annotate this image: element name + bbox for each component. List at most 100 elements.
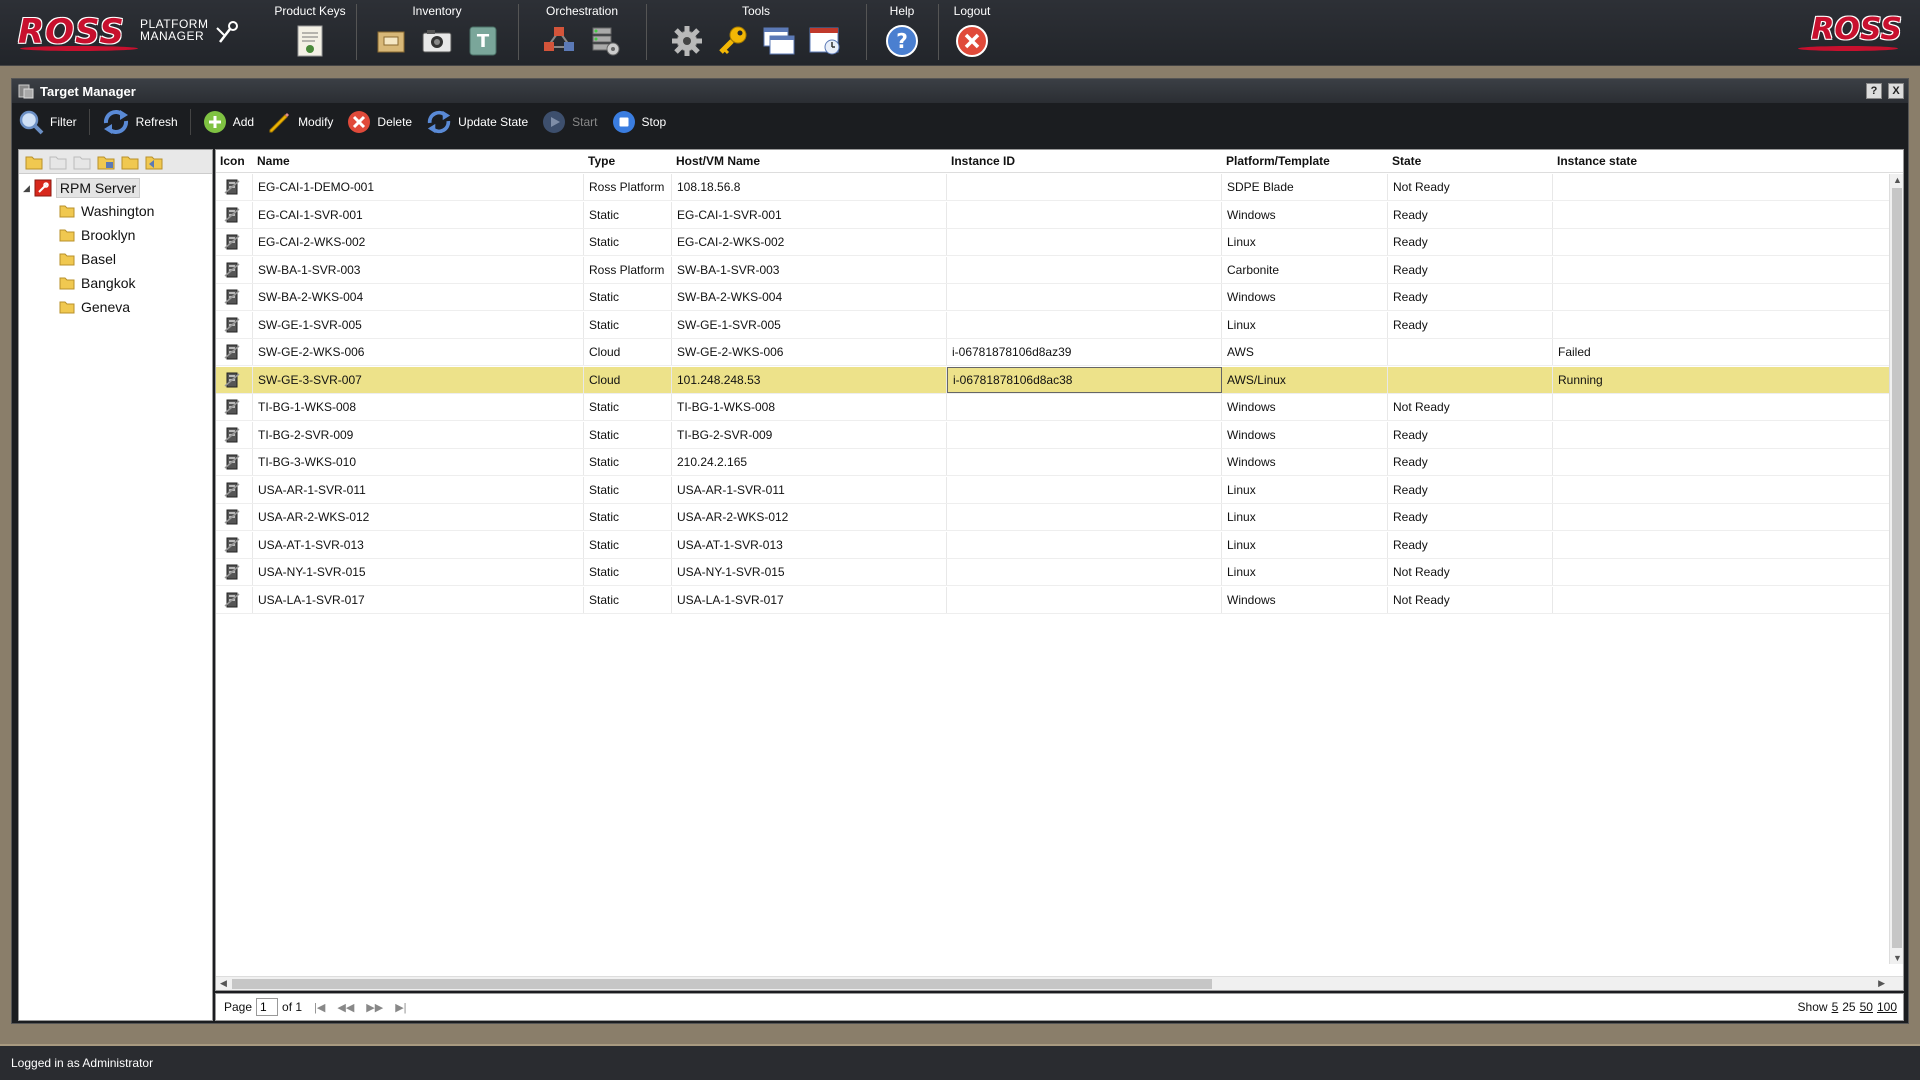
toolbar-separator [88, 109, 90, 135]
nav-group-orchestration: Orchestration [524, 0, 640, 64]
last-page-button[interactable]: ▶| [395, 1001, 406, 1014]
collapse-arrow-icon[interactable]: ◢ [23, 183, 30, 194]
target-toolbar: Filter Refresh Add Modify Delete Update … [12, 105, 1908, 139]
cell-host: TI-BG-2-SVR-009 [672, 421, 947, 448]
tree-node-geneva[interactable]: Geneva [59, 299, 130, 315]
help-icon[interactable]: ? [884, 23, 920, 59]
cell-instance-id [947, 311, 1222, 338]
windows-icon[interactable] [761, 23, 797, 59]
table-row[interactable]: TI-BG-1-WKS-008 Static TI-BG-1-WKS-008 Wind… [216, 394, 1891, 421]
folder-icon [59, 253, 75, 266]
server-config-icon[interactable] [587, 23, 623, 59]
next-page-button[interactable]: ▶▶ [366, 1001, 383, 1014]
table-row[interactable]: USA-NY-1-SVR-015 Static USA-NY-1-SVR-015 Li… [216, 559, 1891, 586]
edit-folder-icon[interactable] [49, 154, 67, 170]
window-close-button[interactable]: X [1888, 83, 1904, 99]
page-count: of 1 [282, 1000, 303, 1014]
package-icon[interactable] [373, 23, 409, 59]
page-size-5[interactable]: 5 [1832, 1000, 1839, 1014]
tree-toolbar [19, 150, 212, 174]
table-row[interactable]: USA-AR-2-WKS-012 Static USA-AR-2-WKS-012 Li… [216, 504, 1891, 531]
gear-icon[interactable] [669, 23, 705, 59]
page-number-input[interactable] [256, 998, 279, 1016]
scroll-left-icon[interactable]: ◀ [220, 978, 227, 989]
stop-button[interactable]: Stop [610, 107, 669, 137]
horizontal-scrollbar[interactable]: ◀ ▶ [216, 976, 1903, 990]
column-header-type[interactable]: Type [584, 150, 672, 172]
tree-node-basel[interactable]: Basel [59, 251, 116, 267]
page-size-100[interactable]: 100 [1877, 1000, 1897, 1014]
start-button[interactable]: Start [540, 107, 599, 137]
table-row[interactable]: USA-LA-1-SVR-017 Static USA-LA-1-SVR-017 Wi… [216, 586, 1891, 614]
nav-label-orchestration: Orchestration [545, 4, 619, 18]
page-size-25[interactable]: 25 [1842, 1000, 1855, 1014]
table-row[interactable]: SW-BA-1-SVR-003 Ross Platform SW-BA-1-SVR-… [216, 256, 1891, 284]
modify-button[interactable]: Modify [266, 107, 335, 137]
previous-page-button[interactable]: ◀◀ [337, 1001, 354, 1014]
page-size-50[interactable]: 50 [1860, 1000, 1873, 1014]
cell-host: USA-AT-1-SVR-013 [672, 531, 947, 558]
column-header-platform[interactable]: Platform/Template [1222, 150, 1388, 172]
table-row[interactable]: EG-CAI-1-SVR-001 Static EG-CAI-1-SVR-001 Wi… [216, 201, 1891, 229]
table-row[interactable]: EG-CAI-1-DEMO-001 Ross Platform 108.18.56.… [216, 174, 1891, 201]
cell-state: Ready [1388, 504, 1553, 530]
cell-name: USA-LA-1-SVR-017 [253, 586, 584, 613]
scroll-up-icon[interactable]: ▲ [1893, 175, 1902, 185]
template-icon[interactable]: T [465, 23, 501, 59]
table-row[interactable]: EG-CAI-2-WKS-002 Static EG-CAI-2-WKS-002 Li… [216, 229, 1891, 256]
table-row[interactable]: TI-BG-3-WKS-010 Static 210.24.2.165 Windows… [216, 449, 1891, 476]
tree-node-bangkok[interactable]: Bangkok [59, 275, 135, 291]
logout-icon[interactable] [954, 23, 990, 59]
column-header-host[interactable]: Host/VM Name [672, 150, 947, 172]
grid-header: Icon Name Type Host/VM Name Instance ID … [216, 150, 1903, 173]
camera-icon[interactable] [419, 23, 455, 59]
tree-root-node[interactable]: ◢ RPM Server [23, 178, 141, 198]
delete-button[interactable]: Delete [345, 107, 414, 137]
table-row[interactable]: SW-GE-2-WKS-006 Cloud SW-GE-2-WKS-006 i-067… [216, 339, 1891, 366]
vertical-scrollbar[interactable]: ▲ ▼ [1889, 174, 1903, 964]
horizontal-scroll-thumb[interactable] [232, 979, 1212, 989]
add-button[interactable]: Add [201, 107, 256, 137]
scheduler-icon[interactable] [807, 23, 843, 59]
scroll-down-icon[interactable]: ▼ [1893, 953, 1902, 963]
cell-instance-state [1553, 531, 1891, 558]
table-row[interactable]: SW-GE-3-SVR-007 Cloud 101.248.248.53 i-0678… [216, 366, 1891, 394]
column-header-state[interactable]: State [1388, 150, 1553, 172]
cubes-network-icon[interactable] [541, 23, 577, 59]
scroll-right-icon[interactable]: ▶ [1878, 978, 1885, 989]
update-state-button[interactable]: Update State [424, 107, 530, 137]
column-header-icon[interactable]: Icon [216, 150, 253, 172]
table-row[interactable]: USA-AT-1-SVR-013 Static USA-AT-1-SVR-013 Li… [216, 531, 1891, 559]
tree-node-washington[interactable]: Washington [59, 203, 154, 219]
cell-instance-state [1553, 504, 1891, 530]
cell-state: Ready [1388, 449, 1553, 475]
targets-grid: Icon Name Type Host/VM Name Instance ID … [215, 149, 1904, 991]
filter-button[interactable]: Filter [16, 107, 79, 137]
move-folder-icon[interactable] [145, 154, 163, 170]
table-row[interactable]: SW-BA-2-WKS-004 Static SW-BA-2-WKS-004 Wind… [216, 284, 1891, 311]
table-row[interactable]: SW-GE-1-SVR-005 Static SW-GE-1-SVR-005 Linu… [216, 311, 1891, 339]
first-page-button[interactable]: |◀ [314, 1001, 325, 1014]
cell-instance-state [1553, 586, 1891, 613]
certificate-icon[interactable] [292, 23, 328, 59]
tree-node-brooklyn[interactable]: Brooklyn [59, 227, 135, 243]
window-help-button[interactable]: ? [1866, 83, 1882, 99]
page-size-selector: Show 5 25 50 100 [1798, 1000, 1897, 1014]
vertical-scroll-thumb[interactable] [1892, 188, 1902, 948]
cell-name: EG-CAI-2-WKS-002 [253, 229, 584, 255]
cell-type: Ross Platform [584, 256, 672, 283]
column-header-instance-state[interactable]: Instance state [1553, 150, 1883, 172]
refresh-button[interactable]: Refresh [100, 107, 180, 137]
table-row[interactable]: USA-AR-1-SVR-011 Static USA-AR-1-SVR-011 Li… [216, 476, 1891, 504]
key-icon[interactable] [715, 23, 751, 59]
column-header-name[interactable]: Name [253, 150, 584, 172]
delete-folder-icon[interactable] [73, 154, 91, 170]
table-row[interactable]: TI-BG-2-SVR-009 Static TI-BG-2-SVR-009 Wind… [216, 421, 1891, 449]
export-folder-icon[interactable] [121, 154, 139, 170]
cell-instance-state [1553, 229, 1891, 255]
folder-icon [59, 301, 75, 314]
import-folder-icon[interactable] [97, 154, 115, 170]
server-target-icon [216, 476, 253, 503]
new-folder-icon[interactable] [25, 154, 43, 170]
column-header-instance-id[interactable]: Instance ID [947, 150, 1222, 172]
